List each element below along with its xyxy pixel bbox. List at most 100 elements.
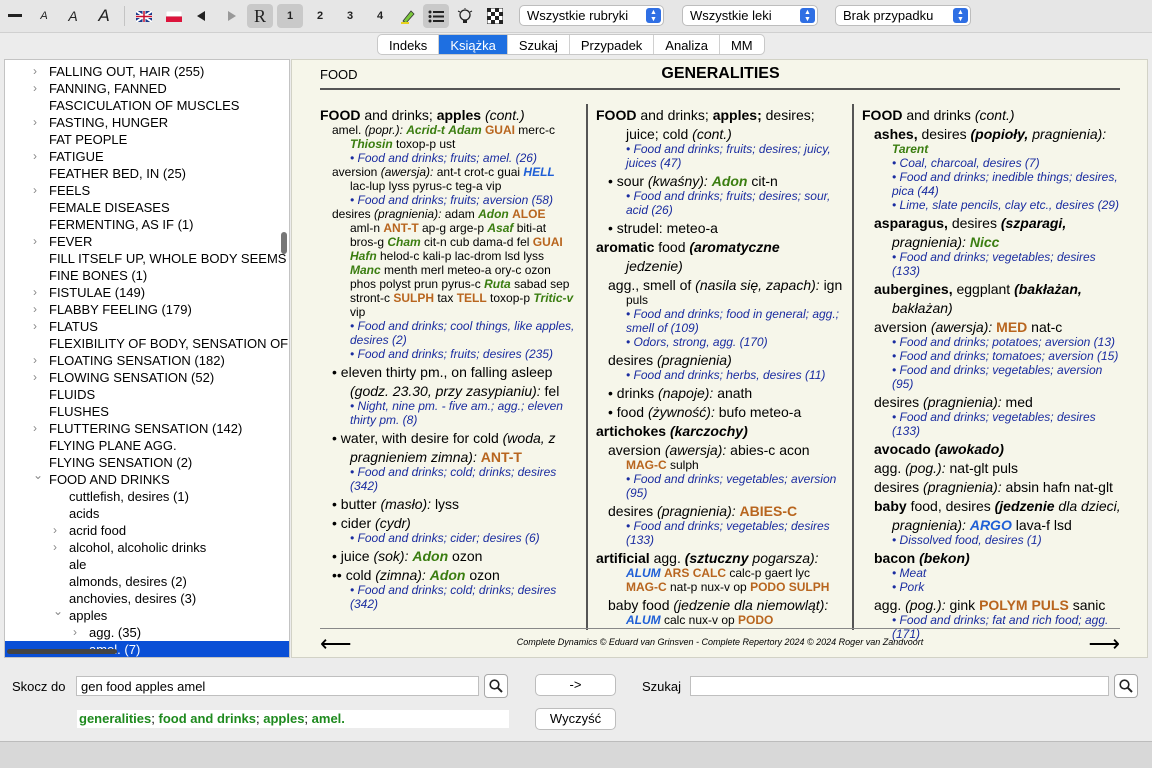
tree-item[interactable]: agg. (35) <box>89 624 141 641</box>
rubric-line[interactable]: • eleven thirty pm., on falling asleep <box>320 364 582 380</box>
rubric-line[interactable]: FOOD and drinks (cont.) <box>862 107 1124 123</box>
rubric-line[interactable]: artificial agg. (sztuczny pogarsza): <box>596 550 842 566</box>
rubric-line[interactable]: desires (pragnienia): absin hafn nat-glt <box>862 479 1124 495</box>
rubric-line[interactable]: • Food and drinks; cold; drinks; desires <box>320 465 582 479</box>
rubric-line[interactable]: desires (pragnienia): adam Adon ALOE <box>320 207 582 221</box>
rubric-line[interactable]: (95) <box>596 486 842 500</box>
flag-poland-icon[interactable] <box>163 4 185 28</box>
rubric-line[interactable]: asparagus, desires (szparagi, <box>862 215 1124 231</box>
tree-item[interactable]: FAT PEOPLE <box>49 131 127 148</box>
rubric-line[interactable]: (342) <box>320 597 582 611</box>
chevron-right-icon[interactable]: › <box>33 233 37 250</box>
rubric-line[interactable]: • Food and drinks; fruits; aversion (58) <box>320 193 582 207</box>
rubric-line[interactable]: aversion (awersja): abies-c acon <box>596 442 842 458</box>
rubric-line[interactable]: • Food and drinks; cider; desires (6) <box>320 531 582 545</box>
rubric-line[interactable]: juice; cold (cont.) <box>596 126 842 142</box>
tree-item[interactable]: cuttlefish, desires (1) <box>69 488 189 505</box>
rubric-line[interactable]: pica (44) <box>862 184 1124 198</box>
rubric-line[interactable]: (95) <box>862 377 1124 391</box>
rubric-line[interactable]: lac-lup lyss pyrus-c teg-a vip <box>320 179 582 193</box>
rubric-line[interactable]: • Food and drinks; vegetables; aversion <box>862 363 1124 377</box>
rubric-line[interactable]: FOOD and drinks; apples; desires; <box>596 107 842 123</box>
tree-vertical-scrollbar[interactable] <box>281 232 287 254</box>
rubric-line[interactable]: ashes, desires (popioły, pragnienia): <box>862 126 1124 142</box>
tree-item[interactable]: FASTING, HUNGER <box>49 114 168 131</box>
rubric-line[interactable]: • Food and drinks; herbs, desires (11) <box>596 368 842 382</box>
rubric-filter-select[interactable]: Wszystkie rubryki ▲ ▼ <box>519 5 664 26</box>
jump-input[interactable] <box>76 676 479 696</box>
tree-item[interactable]: FEATHER BED, IN (25) <box>49 165 186 182</box>
tab-indeks[interactable]: Indeks <box>378 35 438 54</box>
chevron-right-icon[interactable]: › <box>33 63 37 80</box>
rubric-line[interactable]: • Coal, charcoal, desires (7) <box>862 156 1124 170</box>
tree-item[interactable]: anchovies, desires (3) <box>69 590 196 607</box>
breadcrumb-link[interactable]: amel. <box>312 711 345 726</box>
case-select[interactable]: Brak przypadku ▲ ▼ <box>835 5 971 26</box>
jump-search-button[interactable] <box>484 674 508 698</box>
tree-item[interactable]: FANNING, FANNED <box>49 80 167 97</box>
rubric-line[interactable]: • Food and drinks; vegetables; aversion <box>596 472 842 486</box>
tree-item[interactable]: apples <box>69 607 107 624</box>
rubric-line[interactable]: desires (2) <box>320 333 582 347</box>
chevron-down-icon[interactable]: ⌄ <box>33 467 43 484</box>
rubric-line[interactable]: • Food and drinks; tomatoes; aversion (1… <box>862 349 1124 363</box>
tree-item[interactable]: FLUTTERING SENSATION (142) <box>49 420 242 437</box>
chevron-right-icon[interactable]: › <box>33 148 37 165</box>
rubric-line[interactable]: aversion (awersja): MED nat-c <box>862 319 1124 335</box>
tree-item[interactable]: acrid food <box>69 522 126 539</box>
level-2-button[interactable]: 2 <box>307 4 333 28</box>
rubric-line[interactable]: • Food and drinks; fruits; desires; juic… <box>596 142 842 156</box>
rubric-line[interactable]: •• cold (zimna): Adon ozon <box>320 567 582 583</box>
go-button[interactable]: -> <box>535 674 616 696</box>
rubric-line[interactable]: • strudel: meteo-a <box>596 220 842 236</box>
tree-item[interactable]: FERMENTING, AS IF (1) <box>49 216 193 233</box>
tree-item[interactable]: FLUIDS <box>49 386 95 403</box>
rubric-line[interactable]: desires (pragnienia): med <box>862 394 1124 410</box>
rubric-line[interactable]: • Food and drinks; food in general; agg.… <box>596 307 842 321</box>
index-tree-panel[interactable]: › FALLING OUT, HAIR (255) › FANNING, FANNED… <box>4 59 290 658</box>
rubric-line[interactable]: puls <box>596 293 842 307</box>
rubric-line[interactable]: bros-g Cham cit-n cub dama-d fel GUAI <box>320 235 582 249</box>
remedy-filter-select[interactable]: Wszystkie leki ▲ ▼ <box>682 5 818 26</box>
rubric-line[interactable]: agg. (pog.): nat-glt puls <box>862 460 1124 476</box>
chevron-right-icon[interactable]: › <box>33 182 37 199</box>
tree-item[interactable]: FLYING SENSATION (2) <box>49 454 192 471</box>
rubric-line[interactable]: • Pork <box>862 580 1124 594</box>
rubric-line[interactable]: aml-n ANT-T ap-g arge-p Asaf biti-at <box>320 221 582 235</box>
rubric-line[interactable]: pragnienia): Nicc <box>862 234 1124 250</box>
rubric-line[interactable]: artichokes (karczochy) <box>596 423 842 439</box>
back-arrow-icon[interactable] <box>190 4 212 28</box>
level-1-button[interactable]: 1 <box>277 4 303 28</box>
chevron-right-icon[interactable]: › <box>73 624 77 641</box>
tree-item[interactable]: FINE BONES (1) <box>49 267 147 284</box>
rubric-line[interactable]: • juice (sok): Adon ozon <box>320 548 582 564</box>
search-input[interactable] <box>690 676 1109 696</box>
rubric-line[interactable]: thirty pm. (8) <box>320 413 582 427</box>
rubric-line[interactable]: pragnienia): ARGO lava-f lsd <box>862 517 1124 533</box>
breadcrumb-link[interactable]: food and drinks <box>159 711 257 726</box>
flag-uk-icon[interactable] <box>133 4 155 28</box>
tree-item[interactable]: FEVER <box>49 233 92 250</box>
rubric-line[interactable]: Thiosin toxop-p ust <box>320 137 582 151</box>
rubric-line[interactable]: agg. (pog.): gink POLYM PULS sanic <box>862 597 1124 613</box>
tab-przypadek[interactable]: Przypadek <box>568 35 653 54</box>
rubric-line[interactable]: (godz. 23.30, przy zasypianiu): fel <box>320 383 582 399</box>
tree-item[interactable]: FLUSHES <box>49 403 109 420</box>
tree-item[interactable]: FEELS <box>49 182 90 199</box>
rubric-line[interactable]: • Food and drinks; vegetables; desires <box>862 410 1124 424</box>
rubric-line[interactable]: • water, with desire for cold (woda, z <box>320 430 582 446</box>
tree-item[interactable]: FLOWING SENSATION (52) <box>49 369 214 386</box>
rubric-line[interactable]: Tarent <box>862 142 1124 156</box>
tree-item[interactable]: FLABBY FEELING (179) <box>49 301 192 318</box>
rubric-line[interactable]: ALUM ARS CALC calc-p gaert lyc <box>596 566 842 580</box>
chevron-right-icon[interactable]: › <box>33 284 37 301</box>
rubric-line[interactable]: vip <box>320 305 582 319</box>
rubric-line[interactable]: FOOD and drinks; apples (cont.) <box>320 107 582 123</box>
rubric-line[interactable]: bacon (bekon) <box>862 550 1124 566</box>
rubric-line[interactable]: • butter (masło): lyss <box>320 496 582 512</box>
rubric-line[interactable]: phos polyst prun pyrus-c Ruta sabad sep <box>320 277 582 291</box>
tree-item[interactable]: FASCICULATION OF MUSCLES <box>49 97 239 114</box>
rubric-line[interactable]: aromatic food (aromatyczne <box>596 239 842 255</box>
rubric-line[interactable]: • sour (kwaśny): Adon cit-n <box>596 173 842 189</box>
font-large-icon[interactable]: A <box>93 4 115 28</box>
